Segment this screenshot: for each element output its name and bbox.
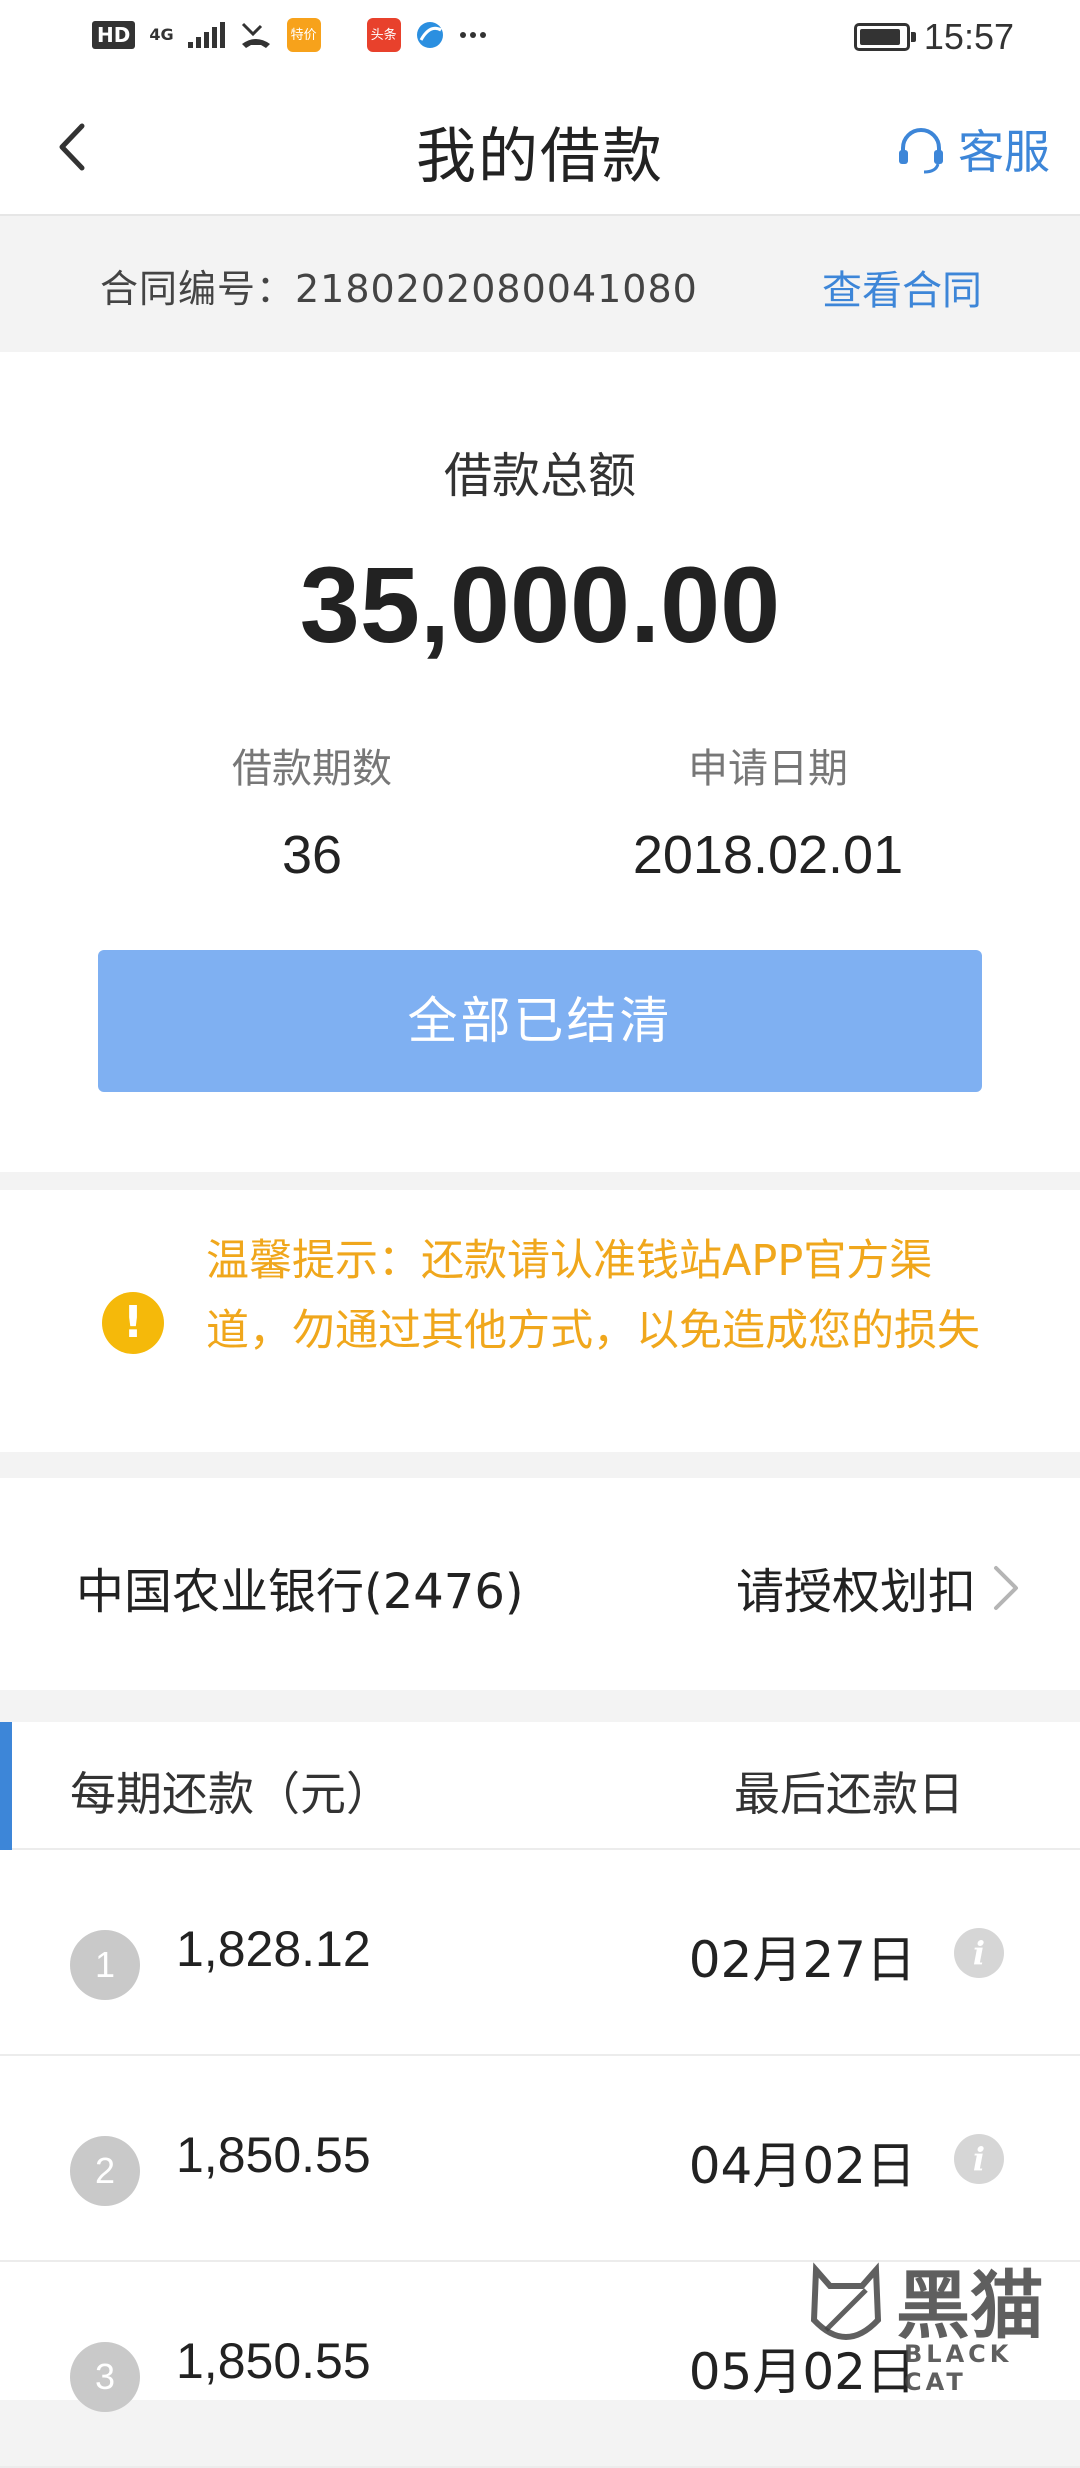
- authorize-debit-label: 请授权划扣: [735, 1564, 976, 1620]
- battery-level: [859, 29, 900, 45]
- installment-amount: 1,828.12: [176, 1921, 371, 1977]
- header-accent-bar: [0, 1722, 12, 1850]
- loan-terms-label: 借款期数: [232, 746, 392, 792]
- loan-summary-card: 借款总额 35,000.00 借款期数 36 申请日期 2018.02.01 全…: [0, 352, 1080, 1172]
- application-date-label: 申请日期: [688, 746, 848, 792]
- bank-card-row[interactable]: 中国农业银行(2476) 请授权划扣: [0, 1478, 1080, 1690]
- missed-call-icon: [241, 22, 270, 48]
- warning-icon: !: [102, 1292, 164, 1354]
- view-contract-link[interactable]: 查看合同: [822, 258, 982, 316]
- watermark-cn: 黑猫: [896, 2263, 1044, 2349]
- all-settled-button[interactable]: 全部已结清: [98, 950, 982, 1092]
- status-bar-right: 15:57: [853, 16, 1014, 58]
- info-icon[interactable]: i: [954, 1928, 1004, 1978]
- network-type: 4G: [149, 25, 174, 44]
- customer-service-label: 客服: [958, 125, 1050, 179]
- more-notifications-icon: [459, 32, 486, 38]
- installment-due-date: 04月02日: [688, 2137, 916, 2195]
- watermark-en: BLACK CAT: [904, 2340, 1013, 2396]
- installment-index: 1: [70, 1930, 140, 2000]
- application-date-value: 2018.02.01: [632, 825, 904, 885]
- app-notification-icon: 头条: [366, 18, 401, 52]
- total-amount-label: 借款总额: [443, 448, 636, 504]
- installment-amount: 1,850.55: [176, 2127, 371, 2183]
- column-last-repayment-date: 最后还款日: [734, 1767, 964, 1821]
- loan-terms-value: 36: [281, 825, 343, 885]
- installment-amount: 1,850.55: [176, 2333, 371, 2389]
- signal-icon: [187, 22, 225, 48]
- battery-icon: [853, 23, 916, 51]
- customer-service-button[interactable]: 客服: [894, 116, 1050, 182]
- installment-index: 3: [70, 2342, 140, 2412]
- notice-text: 温馨提示：还款请认准钱站APP官方渠道，勿通过其他方式，以免造成您的损失: [206, 1236, 980, 1356]
- table-row: 1 1,828.12 02月27日 i: [0, 1850, 1080, 2056]
- app-notification-icon: 特价: [286, 18, 321, 52]
- chevron-right-icon: [994, 1566, 1018, 1610]
- installment-index: 2: [70, 2136, 140, 2206]
- nav-bar: 我的借款 客服: [0, 78, 1080, 216]
- browser-icon: [416, 22, 443, 48]
- bank-name: 中国农业银行(2476): [76, 1564, 524, 1620]
- status-bar: HD 4G 特价 头条 15:57: [0, 0, 1080, 78]
- status-bar-left: HD 4G 特价 头条: [92, 18, 487, 52]
- status-time: 15:57: [923, 16, 1014, 57]
- application-date: 申请日期 2018.02.01: [588, 736, 948, 886]
- schedule-header: 每期还款（元） 最后还款日: [0, 1722, 1080, 1850]
- installment-due-date: 02月27日: [688, 1931, 916, 1989]
- column-installment-amount: 每期还款（元）: [70, 1767, 392, 1821]
- contract-strip: 合同编号：2180202080041080 查看合同: [0, 216, 1080, 352]
- hd-badge: HD: [92, 21, 136, 49]
- cat-logo-icon: [810, 2262, 882, 2340]
- headset-icon: [899, 128, 943, 174]
- contract-number: 合同编号：2180202080041080: [100, 267, 698, 311]
- info-icon[interactable]: i: [954, 2134, 1004, 2184]
- total-amount-value: 35,000.00: [299, 544, 781, 665]
- loan-terms: 借款期数 36: [132, 736, 492, 886]
- warm-notice: ! 温馨提示：还款请认准钱站APP官方渠道，勿通过其他方式，以免造成您的损失: [0, 1190, 1080, 1452]
- table-row: 2 1,850.55 04月02日 i: [0, 2056, 1080, 2262]
- black-cat-watermark: 黑猫 BLACK CAT: [796, 2240, 1076, 2396]
